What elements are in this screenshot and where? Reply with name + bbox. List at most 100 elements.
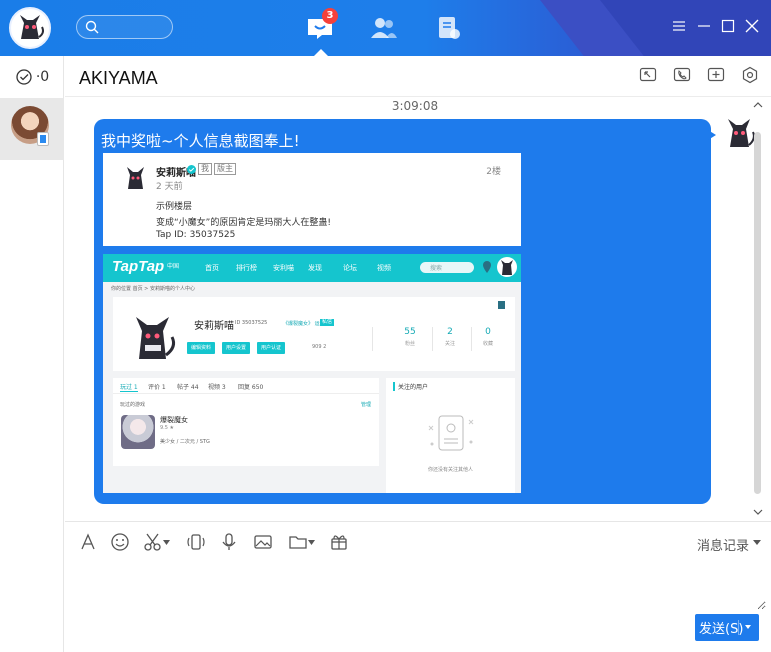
post-floor: 2楼 <box>486 167 501 177</box>
stat-value: 55 <box>404 327 416 337</box>
active-tab-indicator <box>314 49 328 56</box>
search-input[interactable] <box>76 15 173 39</box>
taptap-manage-link: 管理 <box>360 402 371 408</box>
bubble-tail <box>708 130 716 140</box>
scissors-icon[interactable] <box>143 532 163 552</box>
taptap-activity-panel: 玩过 1 评价 1 帖子 44 视频 3 回复 650 玩过的游戏 管理 爆裂魔… <box>113 378 379 466</box>
send-button-divider <box>738 620 739 635</box>
input-divider <box>65 521 771 522</box>
taptap-played-label: 玩过的游戏 <box>120 402 146 408</box>
unread-badge: 3 <box>322 8 338 24</box>
font-icon[interactable] <box>78 532 98 552</box>
post-line: 变成“小魔女”的原因肯定是玛丽大人在整蛊! <box>156 218 331 228</box>
contact-item-akiyama[interactable] <box>0 98 64 160</box>
scrollbar-thumb[interactable] <box>754 132 761 494</box>
post-line: Tap ID: 35037525 <box>156 230 236 240</box>
title-bar: 3 <box>0 0 771 56</box>
taptap-tab: 玩过 1 <box>120 384 138 391</box>
taptap-search: 搜索 <box>420 262 474 273</box>
image-icon[interactable] <box>253 532 273 552</box>
stat-label: 收藏 <box>482 341 493 347</box>
taptap-empty-text: 你还没有关注其他人 <box>427 467 473 473</box>
check-circle-icon <box>16 69 32 85</box>
taptap-tab: 评价 1 <box>148 384 166 391</box>
emoji-icon[interactable] <box>110 532 130 552</box>
taptap-tab: 回复 650 <box>238 384 264 391</box>
taptap-verify-button: 用户认证 <box>257 342 286 354</box>
taptap-following-panel: 关注的用户 你还没有关注其他人 <box>386 378 515 493</box>
empty-clipboard-icon <box>428 415 474 451</box>
maximize-icon[interactable] <box>720 18 736 34</box>
phone-icon <box>37 132 49 146</box>
send-button-label: 发送(S) <box>699 622 744 637</box>
taptap-logo: TapTap <box>112 258 165 275</box>
profile-screenshot[interactable]: TapTap 中国 首页 排行榜 安利喵 发现 论坛 视频 搜索 你的位置 首页… <box>103 254 521 493</box>
taptap-logo-sub: 中国 <box>167 263 180 270</box>
gift-icon[interactable] <box>329 532 349 552</box>
shake-icon[interactable] <box>186 532 206 552</box>
taptap-nav-item: 视频 <box>377 264 391 272</box>
taptap-search-placeholder: 搜索 <box>430 265 443 272</box>
chevron-down-icon[interactable] <box>308 540 315 545</box>
message-text: 我中奖啦~个人信息截图奉上! <box>101 132 300 150</box>
taptap-profile-card: 安莉斯喵 ID 35037525 《爆裂魔女》 运营 私信 编辑资料 用户设置 … <box>113 297 515 371</box>
taptap-navbar: TapTap 中国 首页 排行榜 安利喵 发现 论坛 视频 搜索 <box>103 254 521 282</box>
message-history-link[interactable]: 消息记录 <box>697 535 749 554</box>
taptap-tab: 帖子 44 <box>177 384 199 391</box>
my-avatar[interactable] <box>9 7 51 49</box>
tag-owner: 版主 <box>214 163 236 175</box>
message-input[interactable] <box>66 560 766 610</box>
folder-icon[interactable] <box>288 532 308 552</box>
close-icon[interactable] <box>744 18 760 34</box>
screen-share-icon[interactable] <box>639 66 657 84</box>
add-member-icon[interactable] <box>707 66 725 84</box>
task-counter[interactable]: · 0 <box>0 56 64 98</box>
taptap-stat-favorites: 0 收藏 <box>471 327 505 347</box>
taptap-nav-item: 首页 <box>205 264 219 272</box>
settings-icon[interactable] <box>741 66 759 84</box>
stat-divider <box>372 327 373 351</box>
menu-icon[interactable] <box>671 18 687 34</box>
stat-label: 粉丝 <box>404 341 415 347</box>
taptap-nav-item: 安利喵 <box>273 264 294 272</box>
chat-title: AKIYAMA <box>79 68 158 88</box>
taptap-stat-fans: 55 粉丝 <box>393 327 427 347</box>
search-icon <box>85 20 99 34</box>
game-name: 爆裂魔女 <box>160 416 188 424</box>
header-divider <box>65 96 771 97</box>
microphone-icon[interactable] <box>219 532 239 552</box>
stat-value: 2 <box>447 327 453 337</box>
chevron-down-icon[interactable] <box>163 540 170 545</box>
contacts-icon[interactable] <box>368 14 398 42</box>
task-count: 0 <box>40 69 50 85</box>
scroll-up-icon[interactable] <box>753 101 763 109</box>
taptap-nav-item: 发现 <box>308 264 322 272</box>
taptap-profile-name: 安莉斯喵 <box>194 321 234 332</box>
stat-label: 关注 <box>444 341 455 347</box>
phone-call-icon[interactable] <box>673 66 691 84</box>
documents-icon[interactable] <box>434 14 464 42</box>
game-tags: 美少女 / 二次元 / STG <box>160 439 210 445</box>
scroll-down-icon[interactable] <box>753 508 763 516</box>
taptap-user-avatar <box>497 257 517 277</box>
location-icon <box>483 261 491 273</box>
verified-icon <box>187 165 196 174</box>
taptap-breadcrumb: 你的位置 首页 > 安莉斯喵的个人中心 <box>111 286 195 292</box>
taptap-profile-id: ID 35037525 <box>235 320 268 326</box>
chevron-down-icon[interactable] <box>753 540 761 545</box>
stat-value: 0 <box>485 327 491 337</box>
conversation-list: · 0 <box>0 56 64 652</box>
taptap-tab: 视频 3 <box>208 384 226 391</box>
send-button[interactable]: 发送(S) <box>695 614 759 641</box>
bookmark-icon <box>498 301 505 309</box>
post-time: 2 天前 <box>156 182 183 192</box>
minimize-icon[interactable] <box>696 18 712 34</box>
taptap-profile-avatar <box>136 317 175 359</box>
send-options-icon[interactable] <box>745 625 751 629</box>
tag-me: 我 <box>198 163 212 175</box>
chat-window: 3 · 0 AKIYAMA 3:09:08 我中奖啦~个人信息截图奉上! 安莉斯… <box>0 0 771 652</box>
post-screenshot[interactable]: 安莉斯喵 我 版主 2 天前 2楼 示例楼层 变成“小魔女”的原因肯定是玛丽大人… <box>103 153 521 246</box>
taptap-profile-badge: 私信 <box>320 319 335 326</box>
game-icon <box>121 415 155 449</box>
taptap-nav-item: 论坛 <box>343 264 357 272</box>
